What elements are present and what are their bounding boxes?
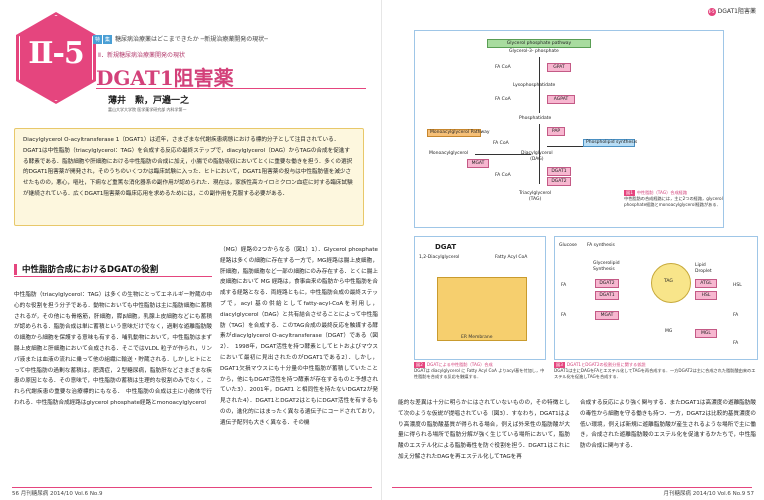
figure-1-caption: 図1 中性脂肪（TAG）合成経路 中性脂肪の合成経路には，主に2つの経路，glyc… [624,190,724,208]
diacylglycerol-label: 1,2-Diacylglycerol [419,255,460,260]
running-head-title: DGAT1阻害薬 [717,8,756,15]
figure-2-caption-text: DGATは diacylglycerol に Fatty Acyl CoA より… [414,368,545,379]
body-column-1: 中性脂肪（triacylglycerol：TAG）は多くの生物にとってエネルギー… [14,292,212,406]
figure-1-title: 中性脂肪（TAG）合成経路 [636,190,688,195]
node-monoacylglycerol: Monoacylglycerol [429,151,469,156]
figure-2: DGAT 1,2-Diacylglycerol Fatty Acyl CoA E… [414,236,546,360]
fa-label: FA [733,313,739,318]
abstract-box: Diacylglycerol O-acyltransferase 1（DGAT1… [14,128,364,226]
title-rule [96,88,366,89]
glycerolipid-synthesis-label: Glycerolipid Synthesis [593,261,620,272]
fa-label: FA [733,341,739,346]
figure-1-caption-text: 中性脂肪の合成経路には，主に2つの経路，glycerol phosphate経路… [624,196,723,207]
body-column-2: （MG）経路の2つからなる（図1）1）．Glycerol phosphate経路… [220,247,378,426]
page-footer: 56 月刊糖尿病 2014/10 Vol.6 No.9 [12,491,103,497]
enzyme-dgat2: DGAT2 [547,177,571,186]
enzyme-gpat: GPAT [547,63,571,72]
enzyme-mgl: MGL [695,329,717,338]
node-dag: Diacylglycerol (DAG) [521,151,553,162]
enzyme-pap: PAP [547,127,565,136]
node-lysophosphatidate: Lysophosphatidate [513,83,556,88]
glucose-label: Glucose [559,243,577,248]
figure-2-title: DGATによる中性脂肪（TAG）合成 [426,362,493,367]
enzyme-agpat: AGPAT [547,95,575,104]
affiliation: 富山大学大学院 医学薬学研究部 内科学第一 [108,107,187,112]
enzyme-hsl: HSL [695,291,717,300]
er-membrane-label: ER Membrane [461,335,493,340]
footer-rule [12,487,372,488]
running-head: Ⅱ-5 DGAT1阻害薬 [707,6,756,16]
enzyme-atgl: ATGL [695,279,717,288]
enzyme-mgat: MGAT [467,159,489,168]
left-page: Ⅱ-5 特集 糖尿病治療薬はどこまできたか ─新規治療薬開発の現状─ Ⅱ．新規糖… [0,0,382,500]
enzyme-dgat1: DGAT1 [547,167,571,176]
sub-series: Ⅱ．新規糖尿病治療薬開発の現状 [98,52,185,59]
series-tag: 集 [103,35,113,44]
mg-pathway-label: Monoacylglycerol Pathway [427,129,490,137]
running-head-badge: Ⅱ-5 [707,7,716,16]
figure-3: Glucose FA synthesis Glycerolipid Synthe… [554,236,758,360]
series-header: 特集 糖尿病治療薬はどこまできたか ─新規治療薬開発の現状─ [93,34,268,44]
figure-3-caption-text: DGAT1は主にDAGをFAとエステル化してTAGを再合成する．一方DGAT2は… [554,368,756,379]
fa-coa-label: FA CoA [495,97,511,102]
dgat-label: DGAT [435,243,457,251]
section-heading: 中性脂肪合成におけるDGATの役割 [14,261,212,277]
tag-label: TAG [664,279,673,284]
page-footer: 月刊糖尿病 2014/10 Vol.6 No.9 57 [663,491,754,497]
phospholipid-synthesis-label: Phospholipid synthesis [583,139,637,147]
article-title: DGAT1阻害薬 [96,66,234,90]
fa-coa-label: FA CoA [495,173,511,178]
figure-3-caption: 図3 DGAT1とDGAT2の役割分担に関する仮説 DGAT1は主にDAGをFAと… [554,362,758,380]
er-membrane [437,277,527,341]
node-tag: Triacylglycerol (TAG) [519,191,552,202]
enzyme-dgat2: DGAT2 [595,279,619,288]
figure-2-caption: 図2 DGATによる中性脂肪（TAG）合成 DGATは diacylglycero… [414,362,546,380]
fa-label: FA [561,313,567,318]
enzyme-mgat: MGAT [595,311,619,320]
node-phosphatidate: Phosphatidate [519,116,552,121]
chapter-number: Ⅱ-5 [28,36,85,71]
arrow-line [547,146,583,147]
node-glycerol-3-phosphate: Glycerol-3- phosphate [509,49,559,54]
enzyme-dgat1: DGAT1 [595,291,619,300]
section-bar [14,264,17,275]
fa-label: HSL [733,283,742,288]
authors: 薄井 勲，戸邉一之 [108,96,190,106]
fa-coa-label: FA CoA [495,65,511,70]
glycerol-phosphate-pathway-label: Glycerol phosphate pathway [487,39,591,48]
footer-rule [392,487,752,488]
mg-label: MG [665,329,673,334]
body-column-4: 合成する反応により強く関与する．またDGAT1は高濃度の遊離脂肪酸の毒性から細胞… [580,400,756,450]
fatty-acyl-coa-label: Fatty Acyl CoA [495,255,528,260]
series-title: 糖尿病治療薬はどこまできたか ─新規治療薬開発の現状─ [114,36,268,43]
series-tag: 特 [93,35,103,44]
fa-synthesis-label: FA synthesis [587,243,615,248]
fa-label: FA [561,283,567,288]
abstract-text: Diacylglycerol O-acyltransferase 1（DGAT1… [23,137,353,197]
lipid-droplet-label: Lipid Droplet [695,263,712,274]
fa-coa-label: FA CoA [493,141,509,146]
figure-3-title: DGAT1とDGAT2の役割分担に関する仮説 [566,362,646,367]
right-page: Ⅱ-5 DGAT1阻害薬 Glycerol phosphate pathway G… [382,0,764,500]
section-title: 中性脂肪合成におけるDGATの役割 [22,265,159,275]
body-column-3: 能的な差異は十分に明らかにはされていないものの，その特徴として次のような仮説が提… [398,400,570,460]
